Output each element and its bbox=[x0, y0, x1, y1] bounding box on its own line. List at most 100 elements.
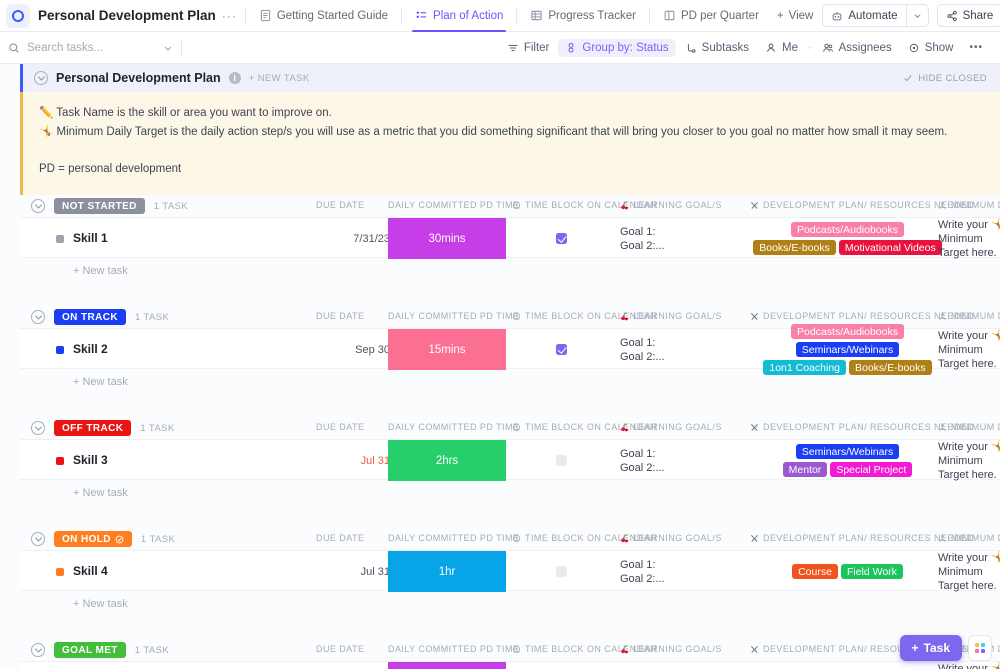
collapse-group-icon[interactable] bbox=[31, 643, 45, 657]
collapse-list-icon[interactable] bbox=[34, 71, 48, 85]
resource-tag[interactable]: Podcasts/Audiobooks bbox=[791, 222, 904, 237]
clock-icon bbox=[512, 423, 521, 432]
status-badge[interactable]: ON HOLD bbox=[54, 531, 132, 547]
resource-tag[interactable]: Field Work bbox=[841, 564, 903, 579]
tab-getting-started-guide[interactable]: Getting Started Guide bbox=[250, 0, 397, 32]
time-block-checkbox[interactable] bbox=[556, 233, 567, 244]
development-plan-cell[interactable]: 1on1 CoachingBooks/E-booksSeminars/Webin… bbox=[750, 329, 945, 370]
due-date-cell[interactable]: 7/31/23 bbox=[316, 218, 390, 259]
due-date-cell[interactable]: Jul 31 bbox=[316, 440, 390, 481]
task-name[interactable]: Skill 4 bbox=[73, 564, 108, 578]
minimum-daily-cell[interactable]: Write your 🤸 MinimumTarget here. bbox=[938, 551, 1000, 592]
resource-tag[interactable]: Books/E-books bbox=[849, 360, 932, 375]
new-task-button[interactable]: + NEW TASK bbox=[249, 73, 310, 84]
subtasks-button[interactable]: Subtasks bbox=[678, 39, 756, 57]
status-badge[interactable]: GOAL MET bbox=[54, 642, 126, 658]
filter-button[interactable]: Filter bbox=[500, 39, 557, 57]
title-more-icon[interactable]: ··· bbox=[222, 9, 237, 23]
learning-goals-cell[interactable]: Goal 1:Goal 2: bbox=[620, 662, 710, 669]
assignees-button[interactable]: Assignees bbox=[815, 39, 899, 57]
status-badge-label: ON TRACK bbox=[62, 312, 118, 323]
more-options-button[interactable]: ••• bbox=[962, 39, 990, 56]
resource-tag[interactable]: Podcasts/Audiobooks bbox=[791, 324, 904, 339]
task-name[interactable]: Skill 1 bbox=[73, 231, 108, 245]
time-block-cell[interactable] bbox=[512, 440, 610, 481]
collapse-group-icon[interactable] bbox=[31, 199, 45, 213]
collapse-group-icon[interactable] bbox=[31, 421, 45, 435]
resource-tag[interactable]: Books/E-books bbox=[753, 240, 836, 255]
learning-goals-cell[interactable]: Goal 1:Goal 2:... bbox=[620, 551, 710, 592]
time-block-checkbox[interactable] bbox=[556, 344, 567, 355]
resource-tag[interactable]: Seminars/Webinars bbox=[796, 444, 899, 459]
time-block-checkbox[interactable] bbox=[556, 566, 567, 577]
daily-committed-pd-time-cell[interactable]: 15mins bbox=[388, 329, 506, 370]
app-logo[interactable] bbox=[6, 4, 30, 28]
learning-goals-cell[interactable]: Goal 1:Goal 2:... bbox=[620, 218, 710, 259]
table-row[interactable]: Skill 4 Jul 311hr Goal 1:Goal 2:... CourseF… bbox=[20, 550, 1000, 591]
due-date-cell[interactable]: 1/1/22 bbox=[316, 662, 390, 669]
chevron-down-icon[interactable] bbox=[163, 43, 173, 53]
search-icon bbox=[8, 42, 20, 54]
development-plan-cell[interactable]: MentorSpecial Project Seminars/Webinars bbox=[750, 440, 945, 481]
development-plan-cell[interactable]: 1on1 CoachingBooks/E-books bbox=[750, 662, 945, 669]
due-date-cell[interactable]: Sep 30 bbox=[316, 329, 390, 370]
development-plan-cell[interactable]: CourseField Work bbox=[750, 551, 945, 592]
new-task-row[interactable]: + New task bbox=[20, 591, 1000, 617]
table-row[interactable]: Skill 3 Jul 312hrs Goal 1:Goal 2:... Mentor… bbox=[20, 439, 1000, 480]
collapse-group-icon[interactable] bbox=[31, 310, 45, 324]
resource-tag[interactable]: 1on1 Coaching bbox=[763, 360, 846, 375]
collapse-group-icon[interactable] bbox=[31, 532, 45, 546]
share-button[interactable]: Share bbox=[937, 4, 1000, 27]
grid-icon bbox=[975, 643, 985, 653]
table-row[interactable]: Skill 1 7/31/2330mins Goal 1:Goal 2:... Boo… bbox=[20, 217, 1000, 258]
resource-tag[interactable]: Mentor bbox=[783, 462, 828, 477]
show-button[interactable]: Show bbox=[901, 39, 961, 57]
table-row[interactable]: Skill 2 Sep 3015mins Goal 1:Goal 2:... 1on1… bbox=[20, 328, 1000, 369]
status-badge[interactable]: OFF TRACK bbox=[54, 420, 131, 436]
resource-tag[interactable]: Seminars/Webinars bbox=[796, 342, 899, 357]
resource-tag[interactable]: Motivational Videos bbox=[839, 240, 942, 255]
me-button[interactable]: Me bbox=[758, 39, 805, 57]
time-block-cell[interactable] bbox=[512, 551, 610, 592]
filter-label: Filter bbox=[524, 42, 550, 54]
status-badge[interactable]: ON TRACK bbox=[54, 309, 126, 325]
add-view-button[interactable]: + View bbox=[768, 10, 822, 22]
daily-committed-pd-time-cell[interactable]: 1hr bbox=[388, 551, 506, 592]
new-task-row[interactable]: + New task bbox=[20, 480, 1000, 506]
minimum-daily-cell[interactable]: Write your 🤸 MinimumTarget here. bbox=[938, 218, 1000, 259]
development-plan-cell[interactable]: Books/E-booksMotivational Videos Podcasts… bbox=[750, 218, 945, 259]
tab-progress-tracker[interactable]: Progress Tracker bbox=[521, 0, 645, 32]
clock-icon bbox=[512, 312, 521, 321]
chevron-down-icon[interactable] bbox=[907, 5, 928, 26]
minimum-daily-cell[interactable]: Write your 🤸 MinimumTarget here. bbox=[938, 329, 1000, 370]
apps-grid-button[interactable] bbox=[968, 635, 992, 661]
resource-tag[interactable]: Course bbox=[792, 564, 838, 579]
resource-tag[interactable]: Special Project bbox=[830, 462, 912, 477]
time-block-cell[interactable] bbox=[512, 329, 610, 370]
info-icon[interactable]: i bbox=[229, 72, 241, 84]
daily-committed-pd-time-cell[interactable]: 30mins bbox=[388, 218, 506, 259]
add-task-fab[interactable]: + Task bbox=[900, 635, 962, 661]
time-block-checkbox[interactable] bbox=[556, 455, 567, 466]
group-by-button[interactable]: Group by: Status bbox=[558, 39, 675, 57]
time-block-cell[interactable] bbox=[512, 218, 610, 259]
tab-pd-per-quarter[interactable]: PD per Quarter bbox=[654, 0, 768, 32]
minimum-daily-cell[interactable]: Write your 🤸 MinimumTarget here. bbox=[938, 440, 1000, 481]
learning-goals-cell[interactable]: Goal 1:Goal 2:... bbox=[620, 329, 710, 370]
search-input[interactable]: Search tasks... bbox=[8, 37, 173, 59]
daily-committed-pd-time-cell[interactable]: 30mins bbox=[388, 662, 506, 669]
table-row[interactable]: Skill 51/1/2230minsGoal 1:Goal 2:1on1 Co… bbox=[20, 661, 1000, 669]
status-badge[interactable]: NOT STARTED bbox=[54, 198, 145, 214]
hide-closed-toggle[interactable]: HIDE CLOSED bbox=[903, 73, 987, 84]
time-block-cell[interactable] bbox=[512, 662, 610, 669]
tab-plan-of-action[interactable]: Plan of Action bbox=[406, 0, 512, 32]
share-label: Share bbox=[963, 10, 994, 22]
minimum-daily-cell[interactable]: Write your 🤸 MinimumTarget here. bbox=[938, 662, 1000, 669]
due-date-cell[interactable]: Jul 31 bbox=[316, 551, 390, 592]
daily-committed-pd-time-cell[interactable]: 2hrs bbox=[388, 440, 506, 481]
automate-button[interactable]: Automate bbox=[822, 4, 928, 27]
task-name[interactable]: Skill 2 bbox=[73, 342, 108, 356]
task-name[interactable]: Skill 3 bbox=[73, 453, 108, 467]
new-task-row[interactable]: + New task bbox=[20, 258, 1000, 284]
learning-goals-cell[interactable]: Goal 1:Goal 2:... bbox=[620, 440, 710, 481]
